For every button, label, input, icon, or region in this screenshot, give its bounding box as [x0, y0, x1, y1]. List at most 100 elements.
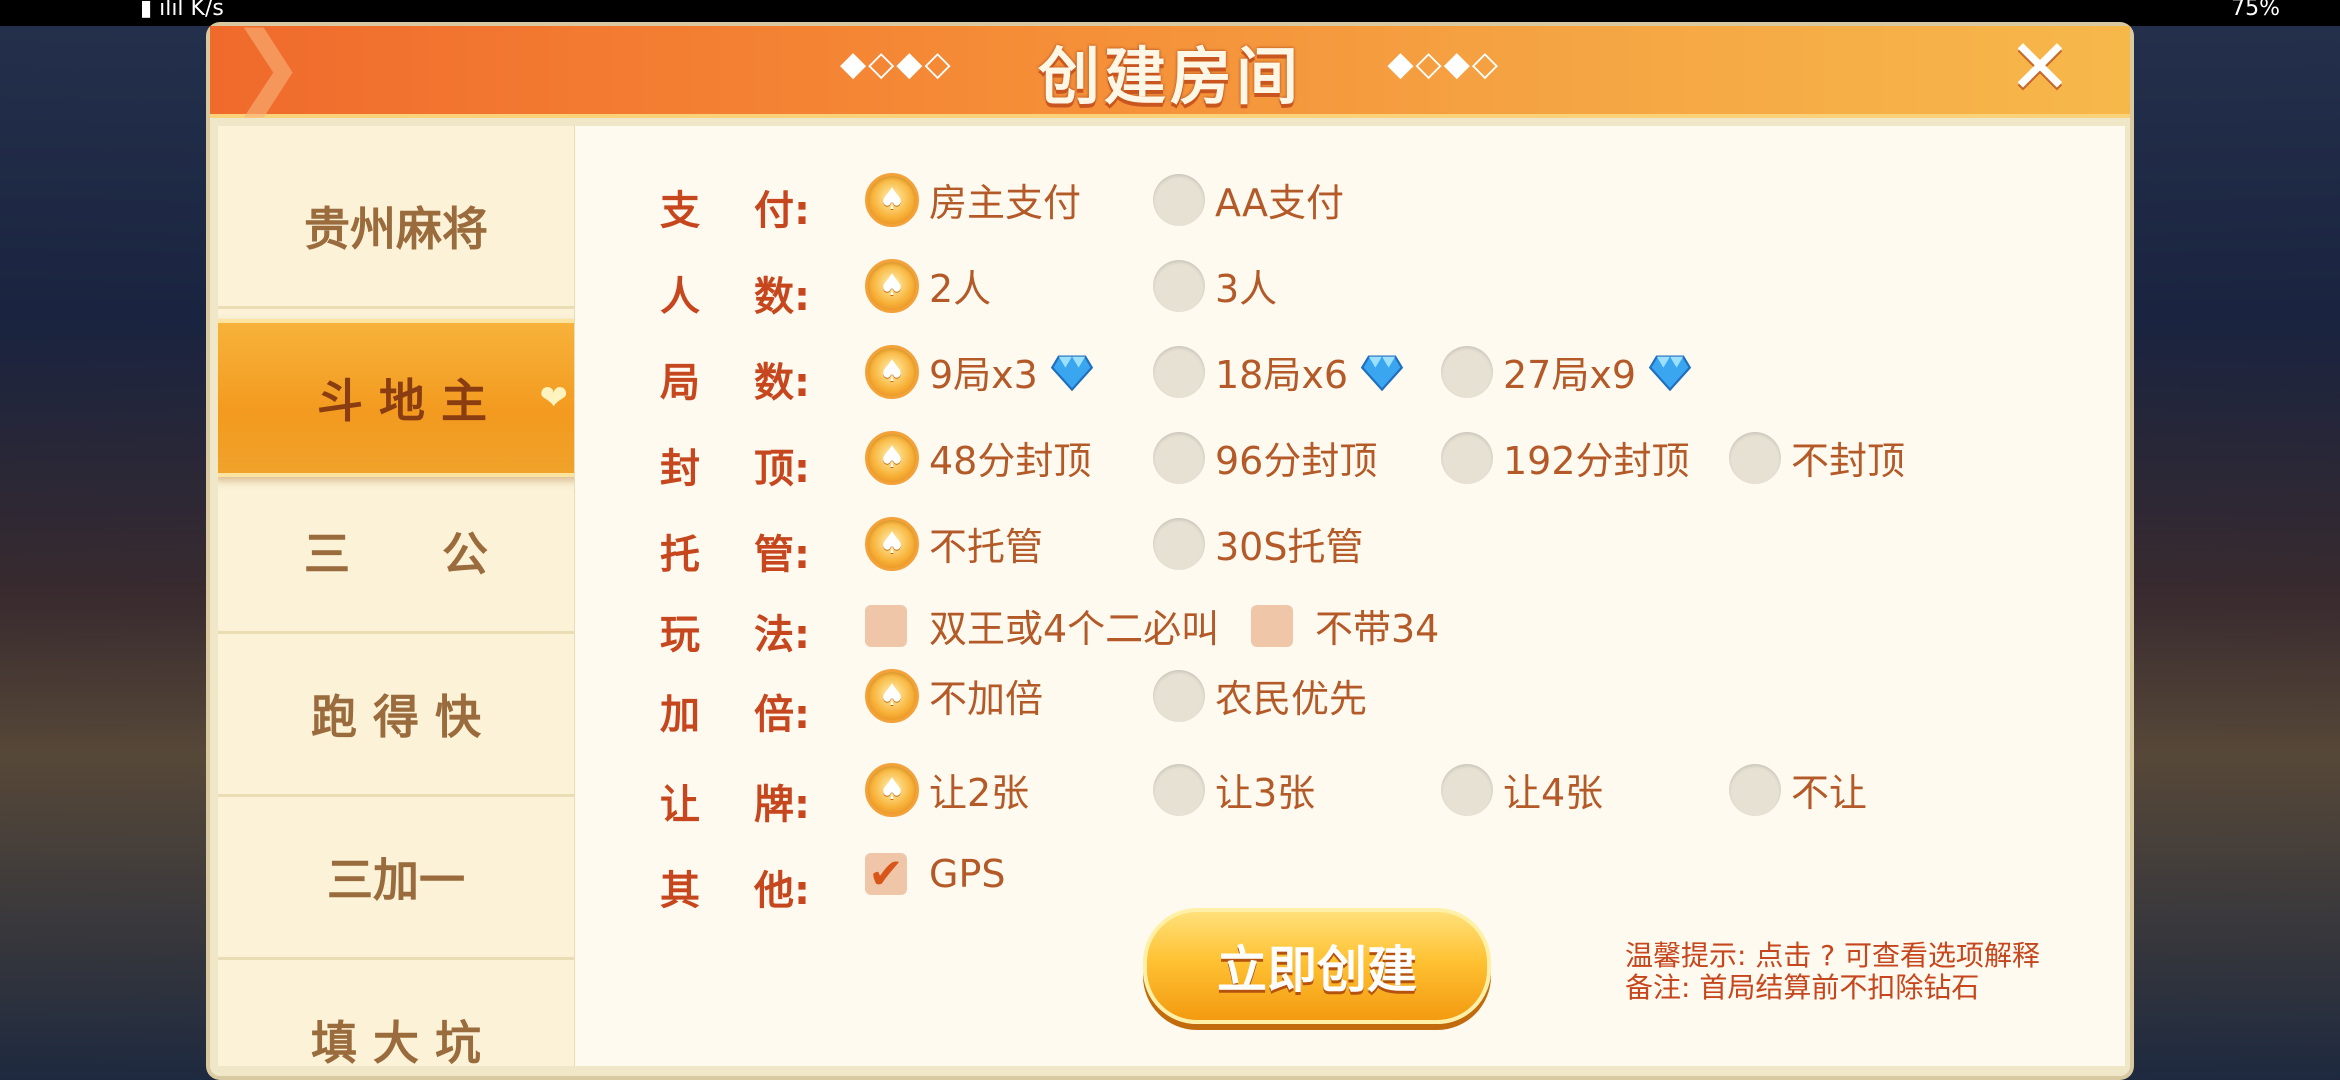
label-char: 让: [660, 782, 700, 828]
checkbox-checked-icon: ✔: [865, 853, 907, 895]
option-auto-play-30s[interactable]: 30S托管: [1153, 516, 1363, 571]
option-label: 不让: [1791, 771, 1868, 815]
option-cap-192[interactable]: 192分封顶: [1441, 430, 1690, 485]
create-room-button-label: 立即创建: [1217, 941, 1417, 999]
option-18-rounds[interactable]: 18局x6: [1153, 344, 1404, 399]
sidebar-item-guizhou-mahjong[interactable]: 贵州麻将: [218, 146, 574, 309]
background-left: [0, 0, 230, 1080]
spade-icon: ♠: [878, 771, 906, 807]
label-char: 数:: [754, 274, 810, 320]
spade-icon: ♠: [878, 439, 906, 475]
row-label-rules: 玩 法:: [660, 602, 810, 660]
radio-empty-icon: [1441, 763, 1493, 816]
option-concede-4[interactable]: 让4张: [1441, 762, 1603, 817]
radio-selected-icon: ♠: [865, 344, 919, 399]
row-label-concede-cards: 让 牌:: [660, 772, 810, 830]
option-9-rounds[interactable]: ♠ 9局x3: [865, 344, 1094, 399]
label-char: 支: [660, 188, 700, 234]
option-label: 30S托管: [1215, 525, 1364, 569]
checkbox-empty-icon: [1251, 604, 1293, 647]
page-title: 创建房间: [1037, 40, 1302, 113]
status-bar: ▮ ılıl K/s 75%: [0, 0, 2340, 26]
option-no-double[interactable]: ♠ 不加倍: [865, 668, 1043, 723]
option-label: 48分封顶: [929, 439, 1092, 483]
option-gps[interactable]: ✔ GPS: [865, 852, 1005, 896]
radio-empty-icon: [1729, 763, 1781, 816]
option-label: 不加倍: [929, 677, 1044, 721]
option-label: 2人: [929, 267, 992, 311]
header-dots-right: ◆◇◆◇: [1387, 44, 1500, 84]
option-label: 农民优先: [1215, 677, 1368, 721]
option-label: 双王或4个二必叫: [929, 607, 1220, 651]
option-label: 房主支付: [929, 181, 1082, 225]
radio-empty-icon: [1153, 259, 1205, 312]
radio-selected-icon: ♠: [865, 258, 919, 313]
option-label: 让4张: [1503, 771, 1604, 815]
spade-icon: ♠: [878, 677, 906, 713]
label-char: 加: [660, 692, 700, 738]
radio-empty-icon: [1153, 345, 1205, 398]
sidebar-item-paodekuai[interactable]: 跑 得 快: [218, 634, 574, 797]
radio-selected-icon: ♠: [865, 668, 919, 723]
sidebar-item-doudizhu[interactable]: 斗 地 主 ❤: [218, 319, 574, 477]
option-label: 9局x3: [929, 353, 1038, 397]
label-char: 管:: [754, 532, 810, 578]
row-label-rounds: 局 数:: [660, 350, 810, 408]
sidebar-item-label: 贵州麻将: [304, 202, 488, 256]
option-concede-3[interactable]: 让3张: [1153, 762, 1315, 817]
option-27-rounds[interactable]: 27局x9: [1441, 344, 1692, 399]
option-label: 不托管: [929, 525, 1044, 569]
option-label: 让3张: [1215, 771, 1316, 815]
sidebar-item-label: 填 大 坑: [310, 1016, 482, 1066]
option-no-34[interactable]: 不带34: [1251, 598, 1439, 653]
spade-icon: ♠: [878, 267, 906, 303]
option-label: GPS: [929, 852, 1006, 896]
sidebar-item-label: 斗 地 主: [316, 374, 488, 428]
label-char: 其: [660, 868, 700, 914]
label-char: 数:: [754, 360, 810, 406]
option-no-concede[interactable]: 不让: [1729, 762, 1867, 817]
label-char: 牌:: [754, 782, 810, 828]
option-label: 192分封顶: [1503, 439, 1690, 483]
option-concede-2[interactable]: ♠ 让2张: [865, 762, 1029, 817]
label-char: 封: [660, 446, 700, 492]
option-farmer-first[interactable]: 农民优先: [1153, 668, 1367, 723]
diamond-icon: [1360, 355, 1404, 391]
label-char: 人: [660, 274, 700, 320]
radio-selected-icon: ♠: [865, 430, 919, 485]
checkbox-empty-icon: [865, 604, 907, 647]
radio-empty-icon: [1153, 763, 1205, 816]
tips: 温馨提示: 点击 ? 可查看选项解释 备注: 首局结算前不扣除钻石: [1625, 940, 2040, 1004]
heart-icon: ❤: [539, 378, 569, 418]
row-label-other: 其 他:: [660, 858, 810, 916]
option-double-king-must-call[interactable]: 双王或4个二必叫: [865, 598, 1219, 653]
row-label-double: 加 倍:: [660, 682, 810, 740]
radio-selected-icon: ♠: [865, 516, 919, 571]
sidebar-item-sangong[interactable]: 三 公: [218, 471, 574, 634]
sidebar-item-sanjiayi[interactable]: 三加一: [218, 797, 574, 960]
close-icon: ✕: [2008, 22, 2072, 111]
radio-selected-icon: ♠: [865, 762, 919, 817]
sidebar-item-tiandakeng[interactable]: 填 大 坑: [218, 960, 574, 1066]
create-room-button[interactable]: 立即创建: [1143, 908, 1491, 1024]
radio-empty-icon: [1441, 431, 1493, 484]
close-button[interactable]: ✕: [2000, 28, 2080, 108]
option-no-cap[interactable]: 不封顶: [1729, 430, 1905, 485]
option-2-players[interactable]: ♠ 2人: [865, 258, 991, 313]
option-label: 让2张: [929, 771, 1030, 815]
sidebar-item-label: 跑 得 快: [310, 690, 482, 744]
diamond-icon: [1050, 355, 1094, 391]
option-label: AA支付: [1215, 181, 1345, 225]
option-cap-96[interactable]: 96分封顶: [1153, 430, 1377, 485]
option-aa-pay[interactable]: AA支付: [1153, 172, 1344, 227]
row-label-auto-play: 托 管:: [660, 522, 810, 580]
label-char: 法:: [754, 612, 810, 658]
option-cap-48[interactable]: ♠ 48分封顶: [865, 430, 1091, 485]
radio-selected-icon: ♠: [865, 172, 919, 227]
tip-line: 温馨提示: 点击 ? 可查看选项解释: [1625, 939, 2040, 972]
label-char: 玩: [660, 612, 700, 658]
option-3-players[interactable]: 3人: [1153, 258, 1277, 313]
option-owner-pay[interactable]: ♠ 房主支付: [865, 172, 1081, 227]
option-no-auto-play[interactable]: ♠ 不托管: [865, 516, 1043, 571]
option-label: 3人: [1215, 267, 1278, 311]
